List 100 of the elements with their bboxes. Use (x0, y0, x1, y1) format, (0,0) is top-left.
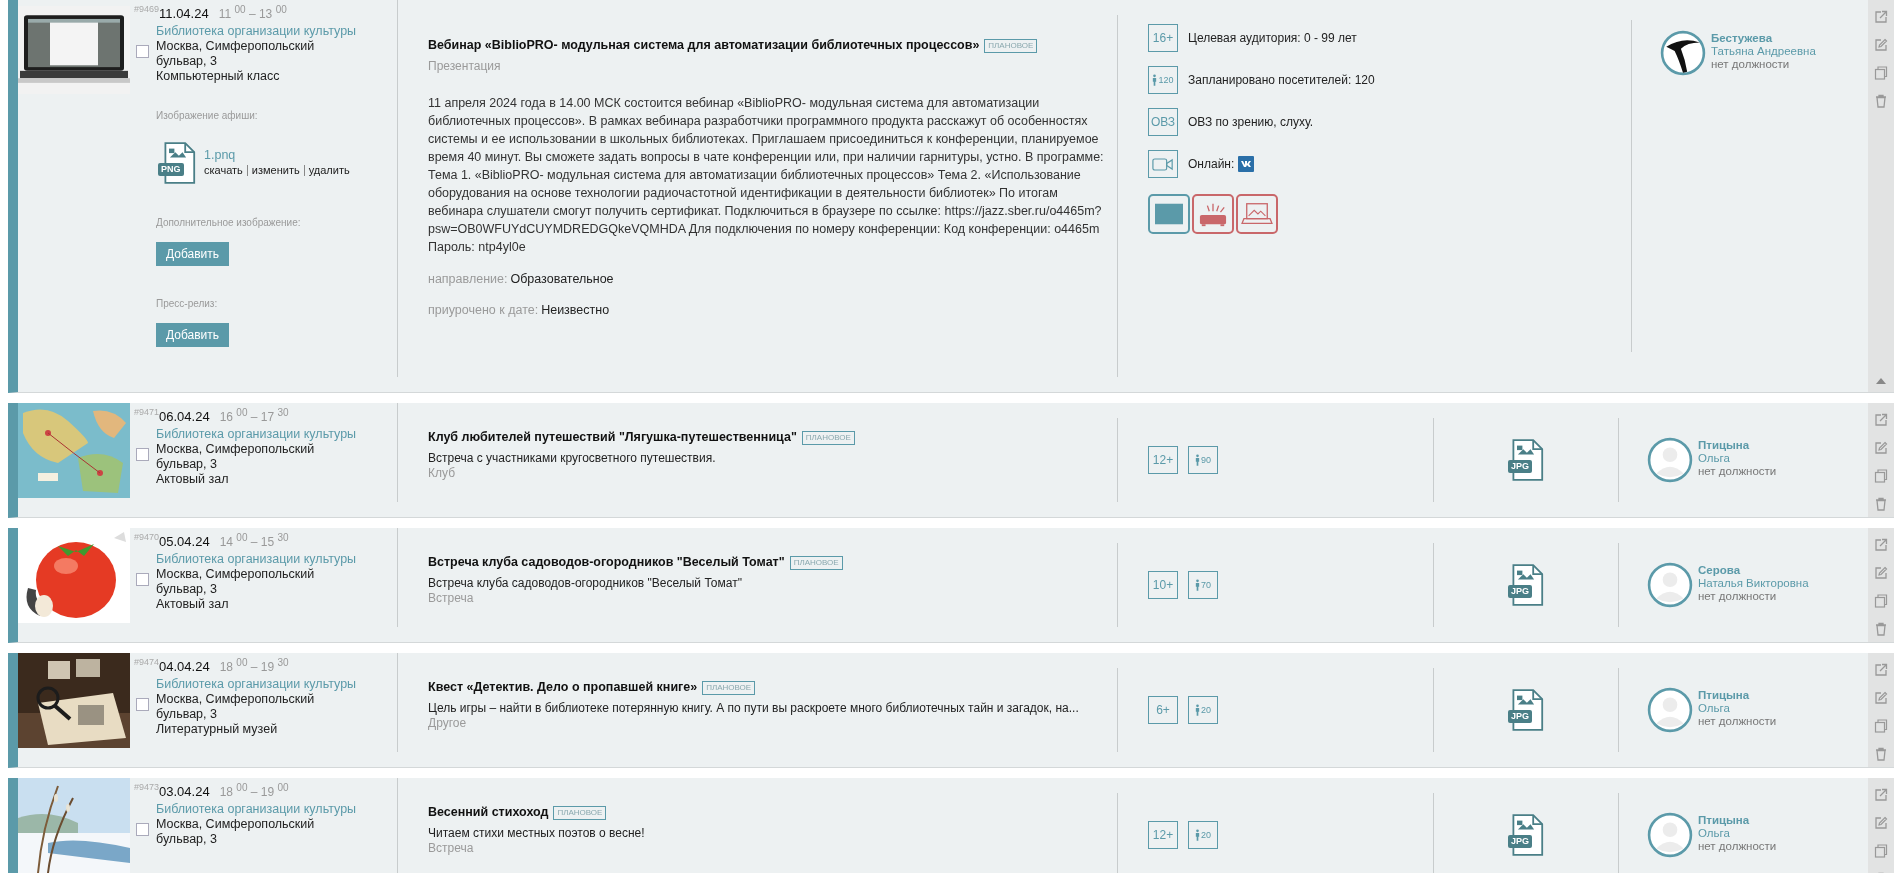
checkbox[interactable] (136, 698, 149, 711)
event-summary: Встреча клуба садоводов-огородников "Веселый Томат" (428, 576, 742, 591)
checkbox[interactable] (136, 45, 149, 58)
organization-link[interactable]: Библиотека организации культуры (156, 427, 357, 442)
address: Москва, Симферопольский бульвар, 3 (156, 692, 316, 722)
checkbox[interactable] (136, 573, 149, 586)
field-label: Дополнительное изображение: (156, 216, 301, 230)
field-label: направление: (428, 272, 508, 286)
organization-link[interactable]: Библиотека организации культуры (156, 552, 357, 567)
open-external-icon[interactable] (1874, 413, 1888, 427)
attribute-text: Целевая аудитория: 0 - 99 лет (1188, 31, 1357, 45)
person-position: нет должности (1698, 840, 1777, 853)
file-type: JPG (1508, 835, 1532, 848)
event-number: #9470 (134, 532, 160, 542)
age-rating: 16+ (1148, 24, 1178, 52)
edit-icon[interactable] (1874, 566, 1888, 580)
copy-icon[interactable] (1874, 844, 1888, 858)
organization-link[interactable]: Библиотека организации культуры (156, 802, 357, 817)
caret-icon[interactable] (1876, 378, 1886, 384)
event-time: 16 $^{00}$ – 17 $^{30}$ (219, 407, 289, 424)
attribute-text: Онлайн: (1188, 157, 1235, 171)
status-tag: ПЛАНОВОЕ (702, 680, 756, 695)
copy-icon[interactable] (1874, 66, 1888, 80)
avatar (1647, 437, 1693, 483)
edit-icon[interactable] (1874, 441, 1888, 455)
event-title: Вебинар «BiblioPRO- модульная система для автоматизации библиотечных процессов» (428, 38, 980, 53)
organization-link[interactable]: Библиотека организации культуры (156, 24, 357, 39)
person-name: Татьяна Андреевна (1711, 45, 1816, 58)
file-type: JPG (1508, 710, 1532, 723)
age-rating: 10+ (1148, 571, 1178, 599)
equipment-button[interactable] (1148, 194, 1190, 234)
organization-link[interactable]: Библиотека организации культуры (156, 677, 357, 692)
person-position: нет должности (1698, 715, 1777, 728)
field-label: Пресс-релиз: (156, 297, 218, 311)
person-icon (1195, 454, 1200, 466)
status-tag: ПЛАНОВОЕ (789, 555, 843, 570)
person-surname[interactable]: Бестужева (1711, 32, 1816, 45)
visitor-count: 120 (1158, 75, 1174, 85)
event-number: #9471 (134, 407, 160, 417)
person-icon (1195, 704, 1200, 716)
file-link[interactable]: 1.pnq (204, 148, 350, 163)
delete-icon[interactable] (1874, 747, 1888, 761)
add-button[interactable]: Добавить (156, 323, 230, 347)
social-icon[interactable] (1238, 156, 1255, 172)
person-surname[interactable]: Птицына (1698, 439, 1777, 452)
delete-icon[interactable] (1874, 622, 1888, 636)
person-position: нет должности (1698, 465, 1777, 478)
file-action-link[interactable]: изменить (251, 163, 300, 178)
avatar (1647, 562, 1693, 608)
event-date: 05.04.24 (159, 534, 210, 549)
person-name: Ольга (1698, 702, 1731, 715)
event-title: Клуб любителей путешествий "Лягушка-путешественница" (428, 430, 797, 445)
age-rating: 12+ (1148, 821, 1178, 849)
event-date: 03.04.24 (159, 784, 210, 799)
field-value: Неизвестно (541, 303, 610, 317)
address: Москва, Симферопольский бульвар, 3 (156, 442, 316, 472)
avatar (1647, 812, 1693, 858)
open-external-icon[interactable] (1874, 663, 1888, 677)
accessibility-badge: ОВЗ (1148, 108, 1178, 136)
open-external-icon[interactable] (1874, 538, 1888, 552)
file-action-link[interactable]: скачать (204, 163, 243, 178)
person-surname[interactable]: Птицына (1698, 689, 1777, 702)
equipment-button[interactable] (1236, 194, 1278, 234)
event-date: 06.04.24 (159, 409, 210, 424)
video-camera-icon (1148, 150, 1178, 178)
event-time: 14 $^{00}$ – 15 $^{30}$ (219, 532, 289, 549)
status-tag: ПЛАНОВОЕ (553, 805, 607, 820)
checkbox[interactable] (136, 823, 149, 836)
attribute-text: ОВЗ по зрению, слуху. (1188, 115, 1313, 129)
copy-icon[interactable] (1874, 719, 1888, 733)
visitor-count: 70 (1201, 580, 1211, 590)
event-title: Весенний стихоход (428, 805, 549, 820)
edit-icon[interactable] (1874, 691, 1888, 705)
field-label: приурочено к дате: (428, 303, 539, 317)
event-format: Презентация (428, 59, 501, 74)
edit-icon[interactable] (1874, 38, 1888, 52)
copy-icon[interactable] (1874, 469, 1888, 483)
open-external-icon[interactable] (1874, 10, 1888, 24)
copy-icon[interactable] (1874, 594, 1888, 608)
event-date: 11.04.24 (159, 6, 209, 21)
file-action-link[interactable]: удалить (308, 163, 350, 178)
address: Москва, Симферопольский бульвар, 3 (156, 39, 316, 69)
delete-icon[interactable] (1874, 497, 1888, 511)
person-icon (1195, 579, 1200, 591)
open-external-icon[interactable] (1874, 788, 1888, 802)
status-tag: ПЛАНОВОЕ (801, 430, 855, 445)
avatar (1660, 30, 1706, 76)
room: Актовый зал (156, 472, 229, 487)
equipment-button[interactable] (1192, 194, 1234, 234)
person-surname[interactable]: Серова (1698, 564, 1809, 577)
event-format: Другое (428, 716, 467, 731)
add-button[interactable]: Добавить (156, 242, 230, 266)
person-surname[interactable]: Птицына (1698, 814, 1777, 827)
event-time: 11 $^{00}$ – 13 $^{00}$ (218, 4, 287, 21)
delete-icon[interactable] (1874, 94, 1888, 108)
event-format: Встреча (428, 591, 474, 606)
checkbox[interactable] (136, 448, 149, 461)
age-rating: 12+ (1148, 446, 1178, 474)
edit-icon[interactable] (1874, 816, 1888, 830)
visitor-count: 20 (1201, 705, 1211, 715)
